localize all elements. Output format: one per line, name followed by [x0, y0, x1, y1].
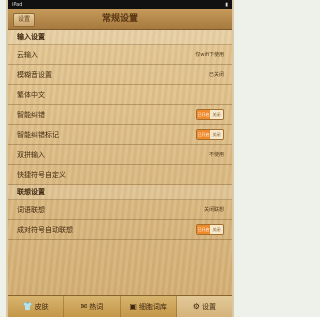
dictionary-icon: ▣ — [129, 301, 137, 311]
title-bar: 设置 常规设置 — [8, 9, 232, 30]
row-label: 智能纠错 — [17, 110, 45, 119]
battery-icon: ▮ — [225, 1, 228, 8]
row-value: 仅wifi下使用 — [195, 52, 224, 58]
row-cloud-input[interactable]: 云输入 仅wifi下使用 — [8, 45, 232, 65]
row-label: 成对符号自动联想 — [17, 225, 73, 234]
shirt-icon: 👕 — [22, 301, 33, 311]
tab-label: 皮肤 — [34, 302, 49, 311]
row-traditional-chinese[interactable]: 繁体中文 — [8, 85, 232, 105]
app-window: iPad ▮ 设置 常规设置 输入设置 云输入 仅wifi下使用 模糊音设置 已… — [8, 0, 232, 317]
tab-settings[interactable]: ⚙ 设置 — [176, 296, 232, 317]
tab-label: 设置 — [201, 302, 216, 311]
row-label: 智能纠错标记 — [17, 130, 59, 139]
row-value: 已关闭 — [208, 72, 224, 78]
toggle-off-label: 关闭 — [210, 110, 223, 119]
settings-gear-icon: ⚙ — [192, 301, 200, 311]
smart-correction-mark-toggle[interactable]: 已开启 关闭 — [196, 129, 224, 140]
row-smart-correction: 智能纠错 已开启 关闭 — [8, 105, 232, 125]
tab-cell-dictionary[interactable]: ▣ 细胞词库 — [121, 296, 177, 317]
toggle-off-label: 关闭 — [210, 130, 223, 139]
row-shortcut-symbols[interactable]: 快捷符号自定义 — [8, 165, 232, 185]
toggle-on-label: 已开启 — [197, 110, 210, 119]
row-label: 云输入 — [17, 50, 38, 59]
row-word-association[interactable]: 词语联想 关闭联想 — [8, 200, 232, 220]
row-label: 繁体中文 — [17, 90, 45, 99]
toggle-on-label: 已开启 — [197, 225, 210, 234]
row-paired-symbols: 成对符号自动联想 已开启 关闭 — [8, 220, 232, 240]
row-label: 快捷符号自定义 — [17, 170, 66, 179]
row-fuzzy-pinyin[interactable]: 模糊音设置 已关闭 — [8, 65, 232, 85]
row-smart-correction-mark: 智能纠错标记 已开启 关闭 — [8, 125, 232, 145]
tab-hot-words[interactable]: ✉ 热词 — [64, 296, 121, 317]
status-bar: iPad ▮ — [8, 0, 232, 9]
row-double-pinyin[interactable]: 双拼输入 不使用 — [8, 145, 232, 165]
section-association-settings: 联想设置 — [8, 185, 232, 200]
status-carrier: iPad — [12, 1, 23, 8]
tab-label: 热词 — [89, 302, 104, 311]
tab-label: 细胞词库 — [138, 302, 167, 311]
row-label: 模糊音设置 — [17, 70, 52, 79]
row-value: 关闭联想 — [203, 207, 224, 213]
hot-words-icon: ✉ — [80, 301, 88, 311]
toggle-off-label: 关闭 — [210, 225, 223, 234]
tab-bar: 👕 皮肤 ✉ 热词 ▣ 细胞词库 ⚙ 设置 — [8, 295, 232, 317]
page-title: 常规设置 — [101, 14, 138, 24]
section-input-settings: 输入设置 — [8, 30, 232, 45]
smart-correction-toggle[interactable]: 已开启 关闭 — [196, 109, 224, 120]
row-value: 不使用 — [208, 152, 224, 158]
row-label: 词语联想 — [17, 205, 45, 214]
tab-skin[interactable]: 👕 皮肤 — [8, 296, 65, 317]
paired-symbols-toggle[interactable]: 已开启 关闭 — [196, 224, 224, 235]
row-label: 双拼输入 — [17, 150, 45, 159]
toggle-on-label: 已开启 — [197, 130, 210, 139]
